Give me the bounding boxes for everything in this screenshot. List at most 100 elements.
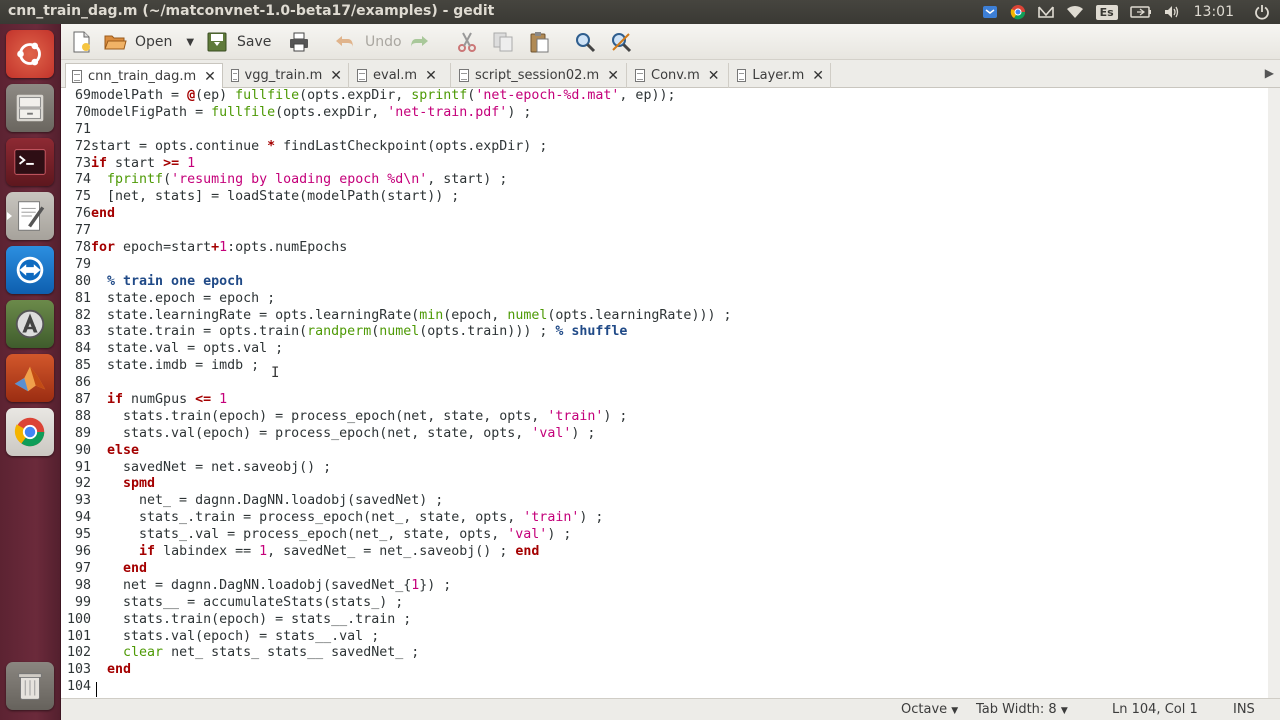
language-selector[interactable]: Octave ▼: [901, 702, 958, 717]
code-line[interactable]: 76end: [61, 206, 1280, 223]
code-line[interactable]: 90 else: [61, 443, 1280, 460]
code-line[interactable]: 93 net_ = dagnn.DagNN.loadobj(savedNet) …: [61, 493, 1280, 510]
keyboard-layout-label: Es: [1095, 4, 1118, 20]
tab-label: Layer.m: [752, 68, 805, 83]
text-editor-icon: [18, 201, 45, 231]
code-line[interactable]: 77: [61, 223, 1280, 240]
tab-close-icon[interactable]: ✕: [607, 68, 619, 84]
undo-button[interactable]: Undo: [333, 28, 402, 56]
trash-button[interactable]: [6, 662, 54, 710]
tab-layer[interactable]: Layer.m ✕: [731, 63, 831, 88]
chrome-tray-icon[interactable]: [1010, 4, 1026, 20]
code-line[interactable]: 72start = opts.continue * findLastCheckp…: [61, 139, 1280, 156]
text-editor-button[interactable]: [6, 192, 54, 240]
tab-eval[interactable]: eval.m ✕: [351, 63, 451, 88]
code-line[interactable]: 101 stats.val(epoch) = stats__.val ;: [61, 629, 1280, 646]
chevron-down-icon: ▼: [1060, 706, 1068, 716]
code-line[interactable]: 78for epoch=start+1:opts.numEpochs: [61, 240, 1280, 257]
document-icon: [635, 69, 645, 82]
code-line[interactable]: 95 stats_.val = process_epoch(net_, stat…: [61, 527, 1280, 544]
find-replace-button[interactable]: [609, 28, 633, 56]
code-line[interactable]: 81 state.epoch = epoch ;: [61, 291, 1280, 308]
language-label: Octave: [901, 702, 948, 717]
clock[interactable]: 13:01: [1194, 4, 1234, 20]
line-text: spmd: [123, 476, 156, 492]
paste-button[interactable]: [527, 28, 551, 56]
code-line[interactable]: 91 savedNet = net.saveobj() ;: [61, 460, 1280, 477]
redo-button[interactable]: [407, 28, 431, 56]
code-line[interactable]: 98 net = dagnn.DagNN.loadobj(savedNet_{1…: [61, 578, 1280, 595]
line-text: net = dagnn.DagNN.loadobj(savedNet_{1}) …: [91, 577, 452, 593]
code-line[interactable]: 85 state.imdb = imdb ;: [61, 358, 1280, 375]
line-number: 83: [74, 324, 91, 340]
tab-close-icon[interactable]: ✕: [708, 68, 720, 84]
volume-icon[interactable]: [1164, 5, 1180, 19]
print-button[interactable]: [287, 28, 311, 56]
code-line[interactable]: 97 end: [61, 561, 1280, 578]
dropbox-icon[interactable]: [982, 5, 998, 19]
editor-scrollbar[interactable]: [1268, 88, 1280, 698]
ubuntu-logo-icon: [17, 42, 41, 66]
code-line[interactable]: 70modelFigPath = fullfile(opts.expDir, '…: [61, 105, 1280, 122]
code-line[interactable]: 83 state.train = opts.train(randperm(num…: [61, 324, 1280, 341]
code-line[interactable]: 69modelPath = @(ep) fullfile(opts.expDir…: [61, 88, 1280, 105]
software-updater-button[interactable]: [6, 300, 54, 348]
code-line[interactable]: 82 state.learningRate = opts.learningRat…: [61, 308, 1280, 325]
matlab-button[interactable]: [6, 354, 54, 402]
code-line[interactable]: 96 if labindex == 1, savedNet_ = net_.sa…: [61, 544, 1280, 561]
tab-script-session02[interactable]: script_session02.m ✕: [453, 63, 627, 88]
find-button[interactable]: [573, 28, 597, 56]
code-line[interactable]: 102 clear net_ stats_ stats__ savedNet_ …: [61, 645, 1280, 662]
line-number: 76: [74, 206, 91, 222]
session-power-icon[interactable]: [1254, 4, 1270, 20]
code-line[interactable]: 88 stats.train(epoch) = process_epoch(ne…: [61, 409, 1280, 426]
line-number: 103: [66, 662, 91, 678]
line-number: 86: [74, 375, 91, 391]
save-button[interactable]: Save: [205, 28, 271, 56]
tab-close-icon[interactable]: ✕: [812, 68, 824, 84]
wifi-icon[interactable]: [1066, 5, 1084, 19]
tab-vgg-train[interactable]: vgg_train.m ✕: [225, 63, 349, 88]
terminal-button[interactable]: [6, 138, 54, 186]
code-line[interactable]: 75 [net, stats] = loadState(modelPath(st…: [61, 189, 1280, 206]
code-line[interactable]: 79: [61, 257, 1280, 274]
open-dropdown-arrow-icon[interactable]: ▼: [186, 37, 194, 48]
code-editor[interactable]: 69modelPath = @(ep) fullfile(opts.expDir…: [61, 88, 1280, 698]
code-line[interactable]: 84 state.val = opts.val ;: [61, 341, 1280, 358]
line-number: 72: [74, 138, 91, 154]
tab-label: eval.m: [373, 68, 418, 83]
line-text: state.learningRate = opts.learningRate(m…: [91, 307, 732, 323]
teamviewer-button[interactable]: [6, 246, 54, 294]
code-line[interactable]: 86: [61, 375, 1280, 392]
insert-mode: INS: [1233, 702, 1255, 717]
tab-close-icon[interactable]: ✕: [425, 68, 437, 84]
keyboard-layout-indicator[interactable]: Es: [1095, 4, 1118, 20]
chrome-button[interactable]: [6, 408, 54, 456]
copy-button[interactable]: [491, 28, 515, 56]
tab-cnn-train-dag[interactable]: cnn_train_dag.m ✕: [65, 63, 223, 89]
cut-button[interactable]: [455, 28, 479, 56]
tab-width-selector[interactable]: Tab Width: 8 ▼: [976, 702, 1068, 717]
code-line[interactable]: 92 spmd: [61, 476, 1280, 493]
code-line[interactable]: 99 stats__ = accumulateStats(stats_) ;: [61, 595, 1280, 612]
tab-close-icon[interactable]: ✕: [330, 68, 342, 84]
battery-icon[interactable]: [1129, 6, 1152, 18]
code-line[interactable]: 100 stats.train(epoch) = stats__.train ;: [61, 612, 1280, 629]
code-line[interactable]: 104: [61, 679, 1280, 696]
ubuntu-dash-button[interactable]: [6, 30, 54, 78]
tab-conv[interactable]: Conv.m ✕: [629, 63, 729, 88]
open-button[interactable]: Open ▼: [103, 28, 194, 56]
new-document-button[interactable]: [69, 28, 93, 56]
code-line[interactable]: 80 % train one epoch: [61, 274, 1280, 291]
code-line[interactable]: 71: [61, 122, 1280, 139]
code-line[interactable]: 89 stats.val(epoch) = process_epoch(net,…: [61, 426, 1280, 443]
files-button[interactable]: [6, 84, 54, 132]
tab-close-icon[interactable]: ✕: [204, 69, 216, 85]
code-line[interactable]: 73if start >= 1: [61, 156, 1280, 173]
code-line[interactable]: 74 fprintf('resuming by loading epoch %d…: [61, 172, 1280, 189]
tab-scroll-right-icon[interactable]: ▶: [1265, 66, 1274, 80]
messaging-icon[interactable]: [1037, 5, 1054, 19]
code-line[interactable]: 103 end: [61, 662, 1280, 679]
code-line[interactable]: 87 if numGpus <= 1: [61, 392, 1280, 409]
code-line[interactable]: 94 stats_.train = process_epoch(net_, st…: [61, 510, 1280, 527]
